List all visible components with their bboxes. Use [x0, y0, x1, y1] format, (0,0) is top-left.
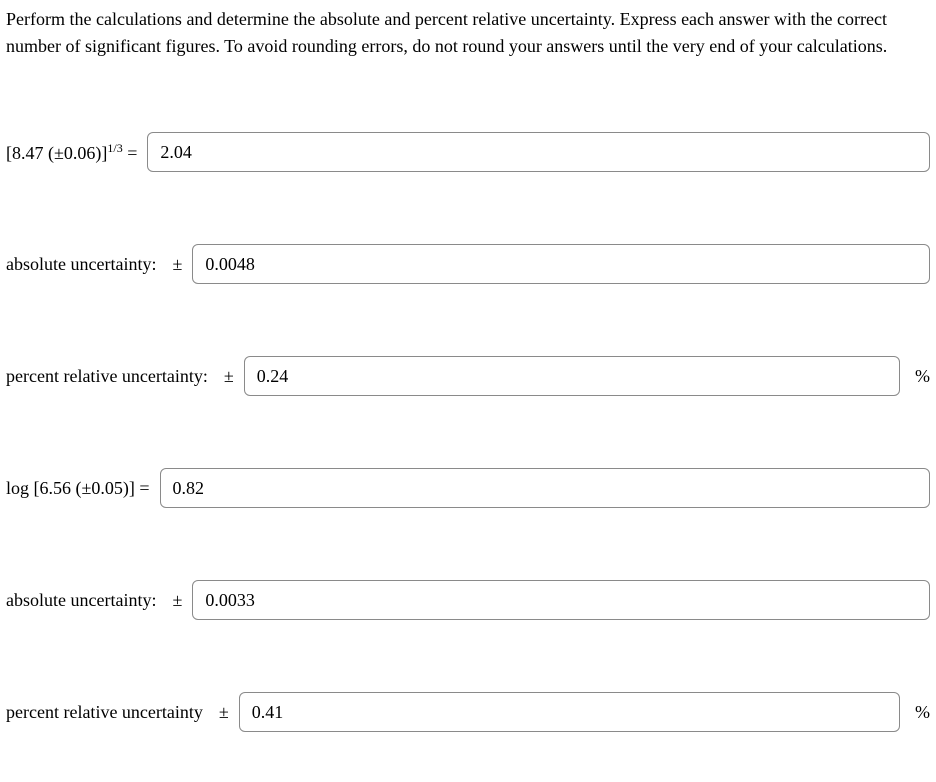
q2-percent-row: percent relative uncertainty ± %: [6, 692, 930, 732]
q1-result-input[interactable]: [147, 132, 930, 172]
plus-minus-icon: ±: [224, 366, 234, 387]
q2-result-input[interactable]: [160, 468, 930, 508]
q2-percent-input[interactable]: [239, 692, 900, 732]
q1-absolute-row: absolute uncertainty: ±: [6, 244, 930, 284]
q2-absolute-row: absolute uncertainty: ±: [6, 580, 930, 620]
q2-expression: log [6.56 (±0.05)] =: [6, 478, 150, 499]
plus-minus-icon: ±: [219, 702, 229, 723]
q1-percent-input[interactable]: [244, 356, 900, 396]
q1-expression: [8.47 (±0.06)]1/3 =: [6, 141, 137, 164]
percent-unit: %: [914, 366, 930, 387]
q1-percent-label: percent relative uncertainty:: [6, 366, 208, 387]
q1-percent-row: percent relative uncertainty: ± %: [6, 356, 930, 396]
q1-expr-base: [8.47 (±0.06)]: [6, 143, 107, 163]
q2-percent-label: percent relative uncertainty: [6, 702, 203, 723]
q1-expr-exponent: 1/3: [107, 141, 122, 155]
q2-absolute-input[interactable]: [192, 580, 930, 620]
q1-equals: =: [123, 143, 138, 163]
instructions-text: Perform the calculations and determine t…: [6, 6, 930, 60]
percent-unit: %: [914, 702, 930, 723]
plus-minus-icon: ±: [172, 254, 182, 275]
q1-result-row: [8.47 (±0.06)]1/3 =: [6, 132, 930, 172]
q1-absolute-label: absolute uncertainty:: [6, 254, 156, 275]
q1-absolute-input[interactable]: [192, 244, 930, 284]
plus-minus-icon: ±: [172, 590, 182, 611]
q2-result-row: log [6.56 (±0.05)] =: [6, 468, 930, 508]
q2-absolute-label: absolute uncertainty:: [6, 590, 156, 611]
